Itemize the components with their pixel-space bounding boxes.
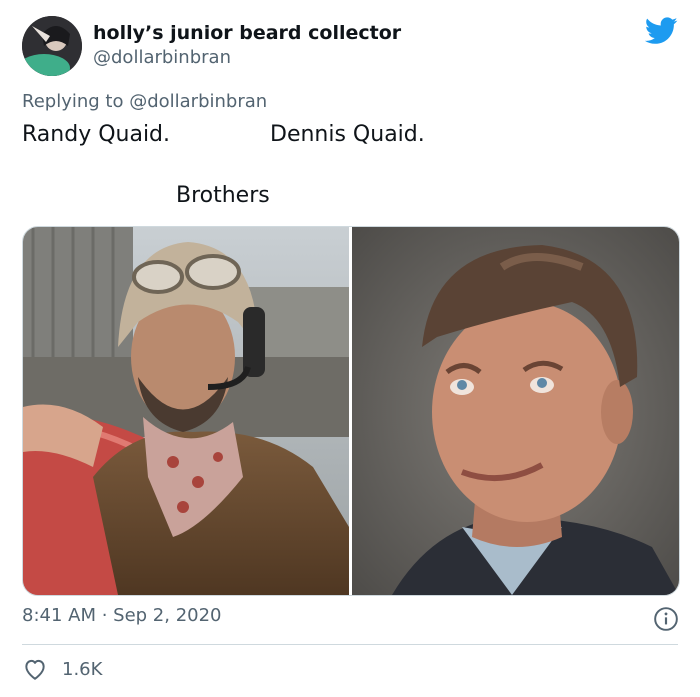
tweet-text-right: Dennis Quaid. bbox=[270, 122, 425, 147]
author-handle[interactable]: @dollarbinbran bbox=[93, 47, 231, 68]
tweet-text-left: Randy Quaid. bbox=[22, 122, 171, 147]
replying-to-mention[interactable]: @dollarbinbran bbox=[129, 91, 267, 112]
divider bbox=[22, 644, 678, 645]
info-icon[interactable] bbox=[653, 606, 679, 632]
replying-to: Replying to @dollarbinbran bbox=[22, 91, 267, 112]
heart-icon bbox=[25, 659, 45, 680]
tweet-text-brothers: Brothers bbox=[176, 183, 270, 208]
like-count: 1.6K bbox=[62, 658, 103, 680]
tweet-media bbox=[22, 226, 680, 596]
tweet-timestamp[interactable]: 8:41 AM · Sep 2, 2020 bbox=[22, 605, 222, 626]
author-display-name[interactable]: holly’s junior beard collector bbox=[93, 22, 401, 44]
like-button[interactable]: 1.6K bbox=[22, 655, 102, 683]
photo-smiling-man-portrait[interactable] bbox=[352, 227, 679, 595]
avatar[interactable] bbox=[22, 16, 82, 76]
avatar-image bbox=[22, 16, 82, 76]
replying-to-prefix: Replying to bbox=[22, 91, 130, 112]
twitter-bird-icon[interactable] bbox=[645, 17, 678, 45]
photo-man-with-goggles-helmet[interactable] bbox=[23, 227, 349, 595]
